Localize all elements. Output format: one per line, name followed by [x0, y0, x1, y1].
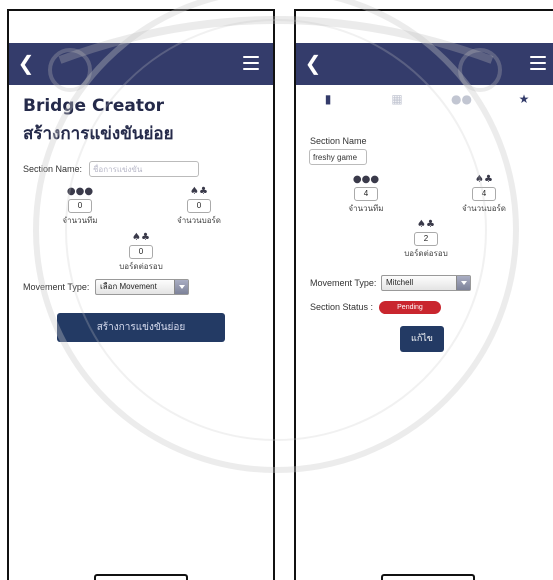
- users-icon: ●●●: [66, 186, 94, 197]
- cards-icon: ♠♣: [190, 186, 208, 197]
- bottom-bar: [381, 574, 475, 580]
- section-name-label: Section Name:: [23, 164, 83, 174]
- movement-type-value: Mitchell: [386, 278, 414, 287]
- boards-per-round-stat: ♠♣ 2 บอร์ดต่อรอบ: [394, 219, 458, 260]
- section-tabs: ▮ ▦ ●● ★: [296, 89, 553, 111]
- grid-icon[interactable]: ▦: [387, 91, 407, 107]
- section-detail-screen: ❮ ▮ ▦ ●● ★ Section Name ●●● 4 จำนวนทีม ♠…: [294, 9, 553, 580]
- users-icon: ●●●: [352, 174, 380, 185]
- movement-type-label: Movement Type:: [23, 282, 90, 292]
- team-count-stat: ●●● 0 จำนวนทีม: [48, 186, 112, 227]
- hamburger-menu-icon[interactable]: [243, 56, 259, 70]
- movement-type-label: Movement Type:: [310, 278, 377, 288]
- boards-per-round-input[interactable]: 2: [414, 232, 438, 246]
- page-title: Bridge Creator: [23, 96, 165, 116]
- hamburger-menu-icon[interactable]: [530, 56, 546, 70]
- movement-type-value: เลือก Movement: [100, 282, 157, 291]
- board-count-stat: ♠♣ 0 จำนวนบอร์ด: [167, 186, 231, 227]
- chevron-down-icon: [174, 280, 188, 294]
- board-count-label: จำนวนบอร์ด: [177, 216, 221, 225]
- cards-icon: ♠♣: [132, 232, 150, 243]
- team-count-stat: ●●● 4 จำนวนทีม: [334, 174, 398, 215]
- board-count-stat: ♠♣ 4 จำนวนบอร์ด: [452, 174, 516, 215]
- section-status-label: Section Status :: [310, 302, 374, 312]
- boards-per-round-input[interactable]: 0: [129, 245, 153, 259]
- section-name-input[interactable]: [89, 161, 199, 177]
- section-name-label: Section Name: [310, 136, 367, 146]
- users-icon[interactable]: ●●: [451, 91, 472, 107]
- boards-per-round-stat: ♠♣ 0 บอร์ดต่อรอบ: [109, 232, 173, 273]
- boards-per-round-label: บอร์ดต่อรอบ: [404, 249, 448, 258]
- status-badge: Pending: [379, 301, 441, 314]
- team-count-input[interactable]: 4: [354, 187, 378, 201]
- chevron-down-icon: [456, 276, 470, 290]
- movement-type-select[interactable]: Mitchell: [381, 275, 471, 291]
- create-section-screen: ❮ Bridge Creator สร้างการแข่งขันย่อย Sec…: [7, 9, 275, 580]
- page-subtitle: สร้างการแข่งขันย่อย: [23, 124, 174, 144]
- team-count-label: จำนวนทีม: [62, 216, 98, 225]
- board-count-input[interactable]: 4: [472, 187, 496, 201]
- movement-type-select[interactable]: เลือก Movement: [95, 279, 189, 295]
- back-icon[interactable]: ❮: [301, 50, 325, 76]
- board-count-input[interactable]: 0: [187, 199, 211, 213]
- cards-icon: ♠♣: [417, 219, 435, 230]
- trophy-icon[interactable]: ★: [514, 91, 534, 107]
- team-count-label: จำนวนทีม: [348, 204, 384, 213]
- section-name-input[interactable]: [309, 149, 367, 165]
- back-icon[interactable]: ❮: [14, 50, 38, 76]
- bottom-bar: [94, 574, 188, 580]
- document-icon[interactable]: ▮: [318, 91, 338, 107]
- edit-button[interactable]: แก้ไข: [400, 326, 444, 352]
- board-count-label: จำนวนบอร์ด: [462, 204, 506, 213]
- cards-icon: ♠♣: [475, 174, 493, 185]
- create-section-button[interactable]: สร้างการแข่งขันย่อย: [57, 313, 225, 342]
- top-navbar: ❮: [296, 43, 553, 85]
- team-count-input[interactable]: 0: [68, 199, 92, 213]
- top-navbar: ❮: [9, 43, 273, 85]
- boards-per-round-label: บอร์ดต่อรอบ: [119, 262, 163, 271]
